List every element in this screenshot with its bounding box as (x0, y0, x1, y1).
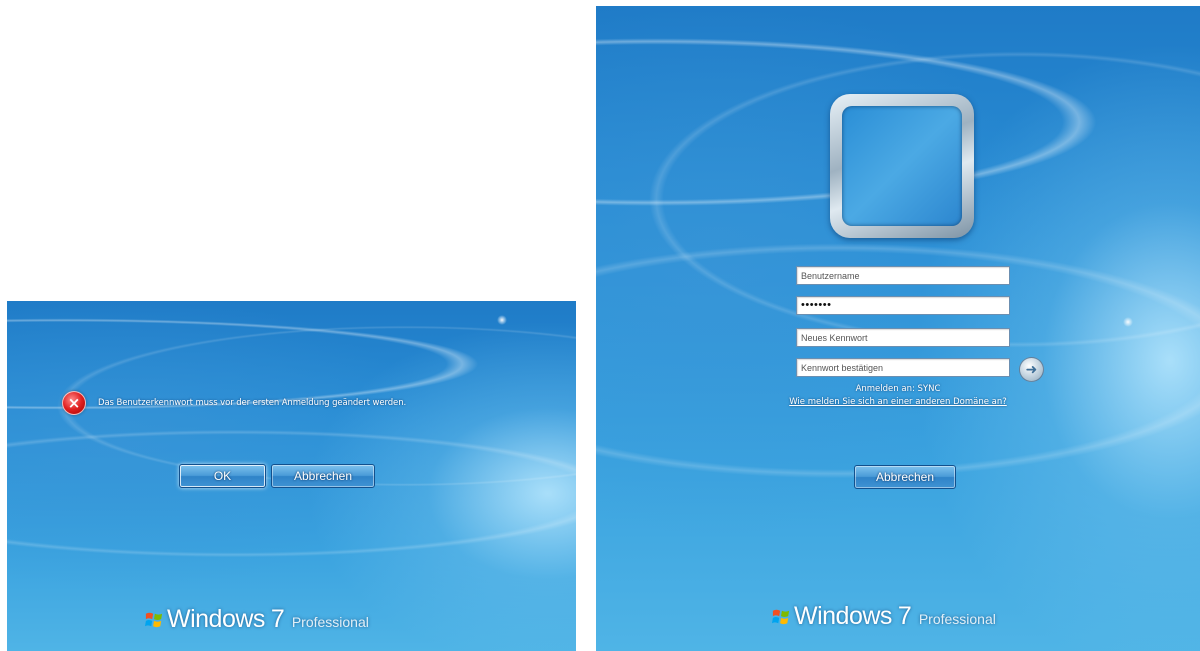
windows-flag-icon (772, 609, 790, 625)
brand-version: 7 (270, 605, 285, 633)
error-message-row: × Das Benutzerkennwort muss vor der erst… (62, 391, 406, 415)
windows-brand: Windows 7 Professional (145, 605, 369, 634)
brand-name: Windows (794, 602, 892, 630)
background-sparkle (1123, 317, 1133, 327)
logon-domain-text: Anmelden an: SYNC (855, 384, 941, 394)
username-field[interactable]: Benutzername (796, 266, 1010, 285)
brand-edition: Professional (918, 611, 996, 627)
cancel-button[interactable]: Abbrechen (854, 465, 956, 489)
password-field[interactable]: ••••••• (796, 296, 1010, 315)
other-domain-link[interactable]: Wie melden Sie sich an einer anderen Dom… (596, 397, 1200, 407)
windows-brand: Windows 7 Professional (772, 602, 996, 631)
error-message: Das Benutzerkennwort muss vor der ersten… (98, 398, 407, 408)
new-password-field[interactable]: Neues Kennwort (796, 328, 1010, 347)
windows-flag-icon (145, 612, 163, 628)
submit-button[interactable]: ➜ (1019, 357, 1044, 382)
confirm-password-field[interactable]: Kennwort bestätigen (796, 358, 1010, 377)
user-picture-frame (830, 94, 974, 238)
brand-version: 7 (897, 602, 912, 630)
cancel-button[interactable]: Abbrechen (271, 464, 375, 488)
logon-screen: Benutzername ••••••• Neues Kennwort Kenn… (596, 6, 1200, 651)
ok-button[interactable]: OK (179, 464, 266, 488)
user-picture (842, 106, 962, 226)
error-screen: × Das Benutzerkennwort muss vor der erst… (7, 301, 576, 651)
arrow-right-icon: ➜ (1025, 361, 1038, 378)
error-icon: × (62, 391, 86, 415)
background-sparkle (497, 315, 507, 325)
brand-name: Windows (167, 605, 265, 633)
brand-edition: Professional (291, 614, 369, 630)
